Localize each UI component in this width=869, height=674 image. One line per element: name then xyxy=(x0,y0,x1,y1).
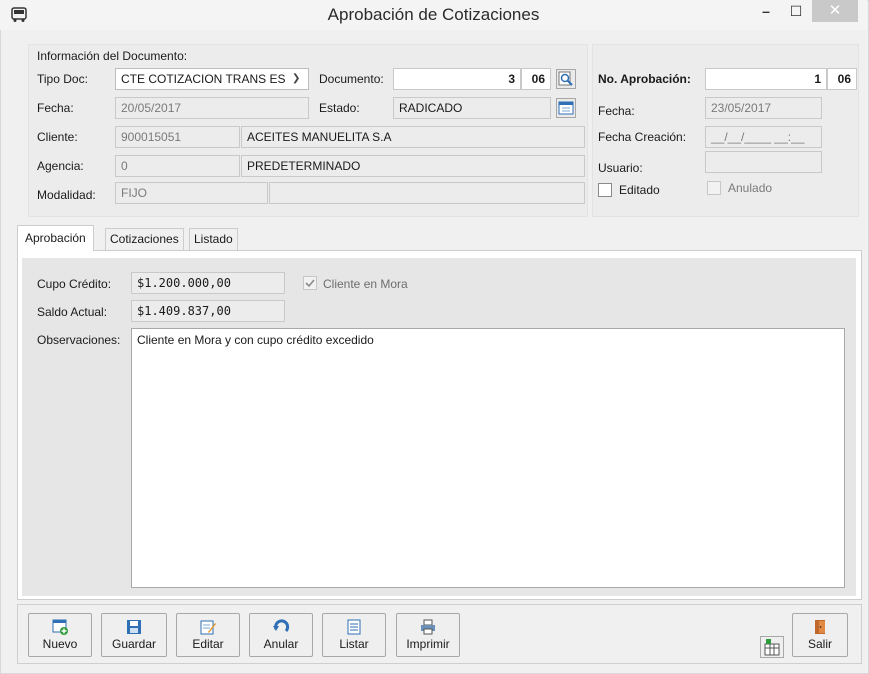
close-button[interactable]: ✕ xyxy=(812,0,858,22)
modalidad-label: Modalidad: xyxy=(37,188,96,202)
grid-tool-button[interactable] xyxy=(760,636,784,658)
guardar-button[interactable]: Guardar xyxy=(101,613,167,657)
approval-fecha-label: Fecha: xyxy=(598,104,635,118)
documento-number-field[interactable]: 3 xyxy=(393,68,521,90)
saldo-actual-label: Saldo Actual: xyxy=(37,305,108,319)
cupo-credito-field[interactable]: $1.200.000,00 xyxy=(131,272,285,294)
documento-prefix-field[interactable]: 06 xyxy=(521,68,551,90)
document-info-title: Información del Documento: xyxy=(37,49,188,63)
listar-label: Listar xyxy=(339,637,369,651)
cliente-name-field[interactable]: ACEITES MANUELITA S.A xyxy=(241,126,585,148)
list-icon xyxy=(345,618,363,636)
tipo-doc-label: Tipo Doc: xyxy=(37,72,88,86)
check-icon xyxy=(305,279,315,288)
agencia-label: Agencia: xyxy=(37,159,84,173)
nuevo-button[interactable]: Nuevo xyxy=(28,613,92,657)
tab-aprobacion[interactable]: Aprobación xyxy=(17,225,94,251)
no-aprobacion-label: No. Aprobación: xyxy=(598,72,691,86)
grid-tool-icon xyxy=(764,639,780,656)
usuario-label: Usuario: xyxy=(598,161,643,175)
estado-field[interactable]: RADICADO xyxy=(393,97,551,119)
maximize-button[interactable]: ☐ xyxy=(782,0,810,22)
guardar-label: Guardar xyxy=(111,637,157,651)
minimize-button[interactable]: – xyxy=(752,0,780,22)
fecha-creacion-label: Fecha Creación: xyxy=(598,130,687,144)
exit-door-icon xyxy=(811,618,829,636)
agencia-id-field[interactable]: 0 xyxy=(115,155,240,177)
window-title: Aprobación de Cotizaciones xyxy=(327,5,540,24)
save-icon xyxy=(125,618,143,636)
modalidad-field[interactable]: FIJO xyxy=(115,182,268,204)
salir-label: Salir xyxy=(807,637,832,651)
observaciones-textarea[interactable]: Cliente en Mora y con cupo crédito exced… xyxy=(131,328,845,588)
tipo-doc-value: CTE COTIZACION TRANS ES xyxy=(121,72,286,86)
observaciones-label: Observaciones: xyxy=(37,333,121,347)
calendar-icon[interactable] xyxy=(556,98,576,118)
edit-icon xyxy=(199,618,217,636)
editar-button[interactable]: Editar xyxy=(176,613,240,657)
tab-listado[interactable]: Listado xyxy=(189,228,238,250)
estado-label: Estado: xyxy=(319,101,360,115)
fecha-label: Fecha: xyxy=(37,101,74,115)
editado-checkbox[interactable] xyxy=(598,183,612,197)
cliente-mora-label: Cliente en Mora xyxy=(323,277,408,291)
anulado-label: Anulado xyxy=(728,181,773,195)
listar-button[interactable]: Listar xyxy=(322,613,386,657)
usuario-field[interactable] xyxy=(705,151,822,173)
anular-button[interactable]: Anular xyxy=(249,613,313,657)
salir-button[interactable]: Salir xyxy=(792,613,848,657)
cliente-mora-checkbox[interactable] xyxy=(303,276,317,290)
magnifier-icon[interactable] xyxy=(556,69,576,89)
tipo-doc-select[interactable]: CTE COTIZACION TRANS ES xyxy=(115,68,309,90)
new-doc-icon xyxy=(51,618,69,636)
cliente-label: Cliente: xyxy=(37,130,78,144)
cliente-id-field[interactable]: 900015051 xyxy=(115,126,240,148)
tab-cotizaciones[interactable]: Cotizaciones xyxy=(105,228,184,250)
fecha-field[interactable]: 20/05/2017 xyxy=(115,97,309,119)
no-aprobacion-prefix-field[interactable]: 06 xyxy=(827,68,857,90)
documento-label: Documento: xyxy=(319,72,384,86)
undo-icon xyxy=(272,618,290,636)
approval-fecha-field[interactable]: 23/05/2017 xyxy=(705,97,822,119)
saldo-actual-field[interactable]: $1.409.837,00 xyxy=(131,300,285,322)
imprimir-button[interactable]: Imprimir xyxy=(396,613,460,657)
anulado-checkbox[interactable] xyxy=(707,181,721,195)
editar-label: Editar xyxy=(192,637,224,651)
agencia-name-field[interactable]: PREDETERMINADO xyxy=(241,155,585,177)
anular-label: Anular xyxy=(263,637,299,651)
fecha-creacion-field[interactable]: __/__/____ __:__ xyxy=(705,126,822,148)
printer-icon xyxy=(419,618,437,636)
nuevo-label: Nuevo xyxy=(42,637,78,651)
cupo-credito-label: Cupo Crédito: xyxy=(37,277,112,291)
imprimir-label: Imprimir xyxy=(406,637,450,651)
chevron-down-icon[interactable]: ❯ xyxy=(292,73,300,84)
editado-label: Editado xyxy=(619,183,660,197)
no-aprobacion-field[interactable]: 1 xyxy=(705,68,827,90)
modalidad-extra-field[interactable] xyxy=(269,182,585,204)
